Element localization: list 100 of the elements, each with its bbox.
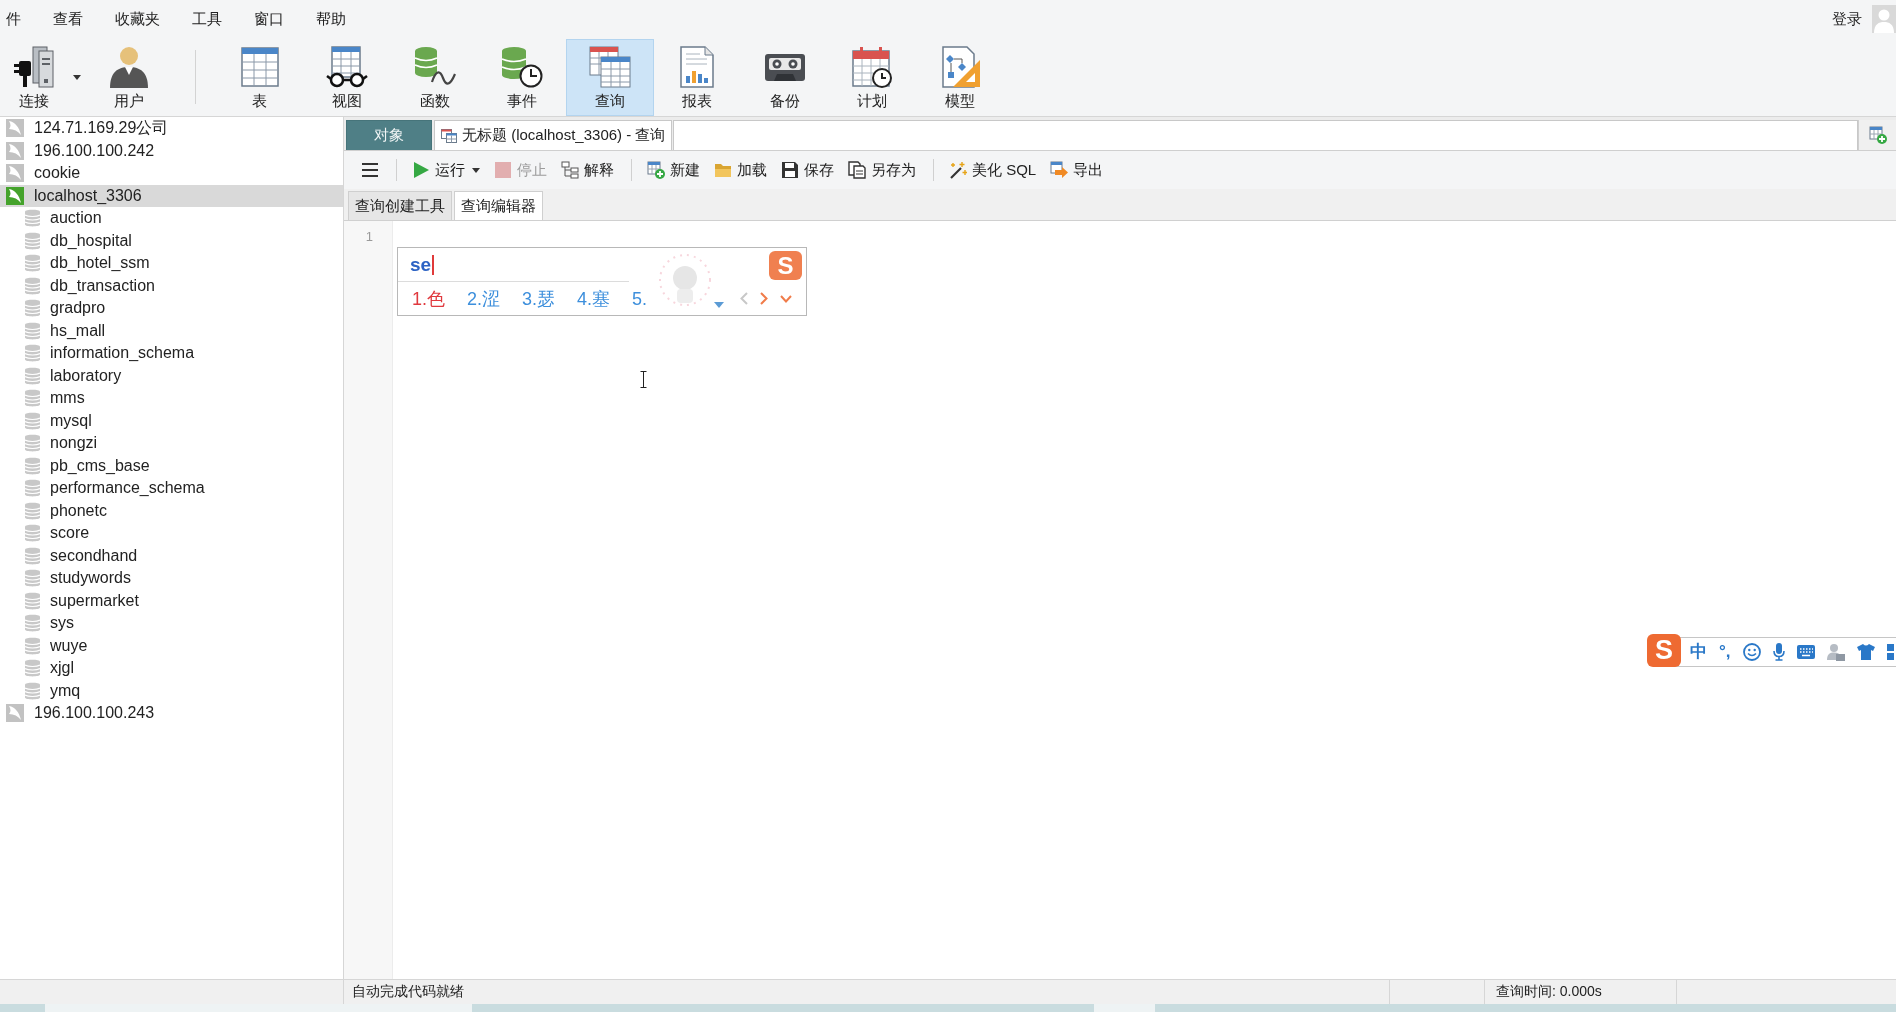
editor-tab[interactable]: 对象 <box>346 120 432 150</box>
expand-chevron-icon[interactable] <box>780 294 792 303</box>
login-link[interactable]: 登录 <box>1832 9 1862 29</box>
editor-tab[interactable]: 无标题 (localhost_3306) - 查询 <box>434 120 673 150</box>
grid-plus-icon <box>1868 126 1887 144</box>
database-item[interactable]: laboratory <box>0 364 343 387</box>
database-item[interactable]: wuye <box>0 634 343 657</box>
cartoon-mascot-icon <box>658 253 712 309</box>
database-item[interactable]: hs_mall <box>0 319 343 342</box>
database-item[interactable]: mms <box>0 387 343 410</box>
sub-tab[interactable]: 查询编辑器 <box>454 191 543 220</box>
toolbar-button[interactable]: 连接 <box>0 39 88 116</box>
connection-item[interactable]: cookie <box>0 162 343 185</box>
table-grid-icon <box>238 45 281 88</box>
ime-candidate[interactable]: 1.色 <box>412 287 445 310</box>
microphone-icon[interactable] <box>1772 643 1785 661</box>
toolbar-button[interactable]: 报表 <box>653 39 741 116</box>
database-item[interactable]: db_transaction <box>0 274 343 297</box>
shirt-icon[interactable] <box>1856 644 1875 660</box>
grid-squares-icon[interactable] <box>1886 644 1896 660</box>
database-item[interactable]: pb_cms_base <box>0 454 343 477</box>
connection-item[interactable]: localhost_3306 <box>0 184 343 207</box>
database-item[interactable]: supermarket <box>0 589 343 612</box>
tree-diagram-icon <box>561 161 579 179</box>
menu-item[interactable]: 帮助 <box>300 9 362 29</box>
database-item[interactable]: mysql <box>0 409 343 432</box>
query-grid-icon <box>441 128 457 143</box>
export-arrow-icon <box>1050 161 1069 179</box>
grid-glasses-icon <box>326 45 369 88</box>
menu-item[interactable]: 件 <box>0 9 37 29</box>
input-mode-toggle[interactable]: 中 <box>1690 642 1707 662</box>
line-number: 1 <box>365 229 373 245</box>
toolbar-button[interactable]: 用户 <box>88 39 170 116</box>
save-as-button[interactable]: 另存为 <box>843 157 921 183</box>
ime-candidate[interactable]: 4.塞 <box>577 287 611 310</box>
toolbar-button[interactable]: 查询 <box>566 39 654 116</box>
database-icon <box>25 479 40 498</box>
dropdown-triangle-icon[interactable] <box>714 301 724 308</box>
database-icon <box>25 299 40 318</box>
ime-logo: S <box>1647 634 1681 667</box>
database-icon <box>25 254 40 273</box>
new-button[interactable]: 新建 <box>642 157 705 183</box>
database-icon <box>25 366 40 385</box>
export-button[interactable]: 导出 <box>1045 157 1109 183</box>
database-item[interactable]: nongzi <box>0 432 343 455</box>
connection-item[interactable]: 196.100.100.243 <box>0 702 343 725</box>
beautify-sql-button[interactable]: 美化 SQL <box>944 157 1042 183</box>
database-item[interactable]: db_hotel_ssm <box>0 252 343 275</box>
database-item[interactable]: gradpro <box>0 297 343 320</box>
play-icon <box>412 161 430 179</box>
database-item[interactable]: db_hospital <box>0 229 343 252</box>
ime-candidate[interactable]: 3.瑟 <box>522 287 556 310</box>
database-item[interactable]: ymq <box>0 679 343 702</box>
save-button[interactable]: 保存 <box>776 157 839 183</box>
insertion-caret-icon <box>432 254 435 275</box>
copy-documents-icon <box>848 161 866 179</box>
run-button[interactable]: 运行 <box>407 157 485 183</box>
toolbar-button[interactable]: 函数 <box>391 39 479 116</box>
menu-item[interactable]: 窗口 <box>238 9 300 29</box>
database-icon <box>25 231 40 250</box>
database-icon <box>25 546 40 565</box>
database-item[interactable]: sys <box>0 612 343 635</box>
database-icon <box>25 681 40 700</box>
new-query-tab-button[interactable] <box>1858 120 1896 150</box>
user-card-icon[interactable] <box>1826 643 1845 661</box>
database-item[interactable]: phonetc <box>0 499 343 522</box>
status-message: 自动完成代码就绪 <box>352 983 464 1001</box>
toolbar-button[interactable]: 事件 <box>478 39 566 116</box>
punctuation-toggle[interactable]: °, <box>1719 642 1731 662</box>
database-item[interactable]: xjgl <box>0 657 343 680</box>
next-page-icon[interactable] <box>760 292 768 305</box>
smiley-icon[interactable] <box>1742 643 1761 661</box>
explain-button[interactable]: 解释 <box>556 157 619 183</box>
database-item[interactable]: information_schema <box>0 342 343 365</box>
database-icon <box>25 456 40 475</box>
calendar-clock-icon <box>851 45 894 88</box>
sub-tab[interactable]: 查询创建工具 <box>348 191 452 220</box>
database-icon <box>25 411 40 430</box>
toolbar-button[interactable]: 模型 <box>916 39 1004 116</box>
connection-item[interactable]: 124.71.169.29公司 <box>0 117 343 140</box>
toolbar-button[interactable]: 视图 <box>303 39 391 116</box>
database-icon <box>25 591 40 610</box>
menu-item[interactable]: 工具 <box>176 9 238 29</box>
load-button[interactable]: 加载 <box>709 157 772 183</box>
toolbar-button[interactable]: 表 <box>216 39 304 116</box>
database-item[interactable]: secondhand <box>0 544 343 567</box>
database-icon <box>25 636 40 655</box>
database-item[interactable]: performance_schema <box>0 477 343 500</box>
database-item[interactable]: auction <box>0 207 343 230</box>
menu-item[interactable]: 查看 <box>37 9 99 29</box>
toolbar-button[interactable]: 备份 <box>741 39 829 116</box>
database-item[interactable]: score <box>0 522 343 545</box>
keyboard-icon[interactable] <box>1796 645 1815 659</box>
database-icon <box>25 659 40 678</box>
menu-item[interactable]: 收藏夹 <box>99 9 176 29</box>
database-item[interactable]: studywords <box>0 567 343 590</box>
connection-item[interactable]: 196.100.100.242 <box>0 139 343 162</box>
toolbar-button[interactable]: 计划 <box>828 39 916 116</box>
database-clock-icon <box>501 45 544 88</box>
database-curve-icon <box>413 45 456 88</box>
